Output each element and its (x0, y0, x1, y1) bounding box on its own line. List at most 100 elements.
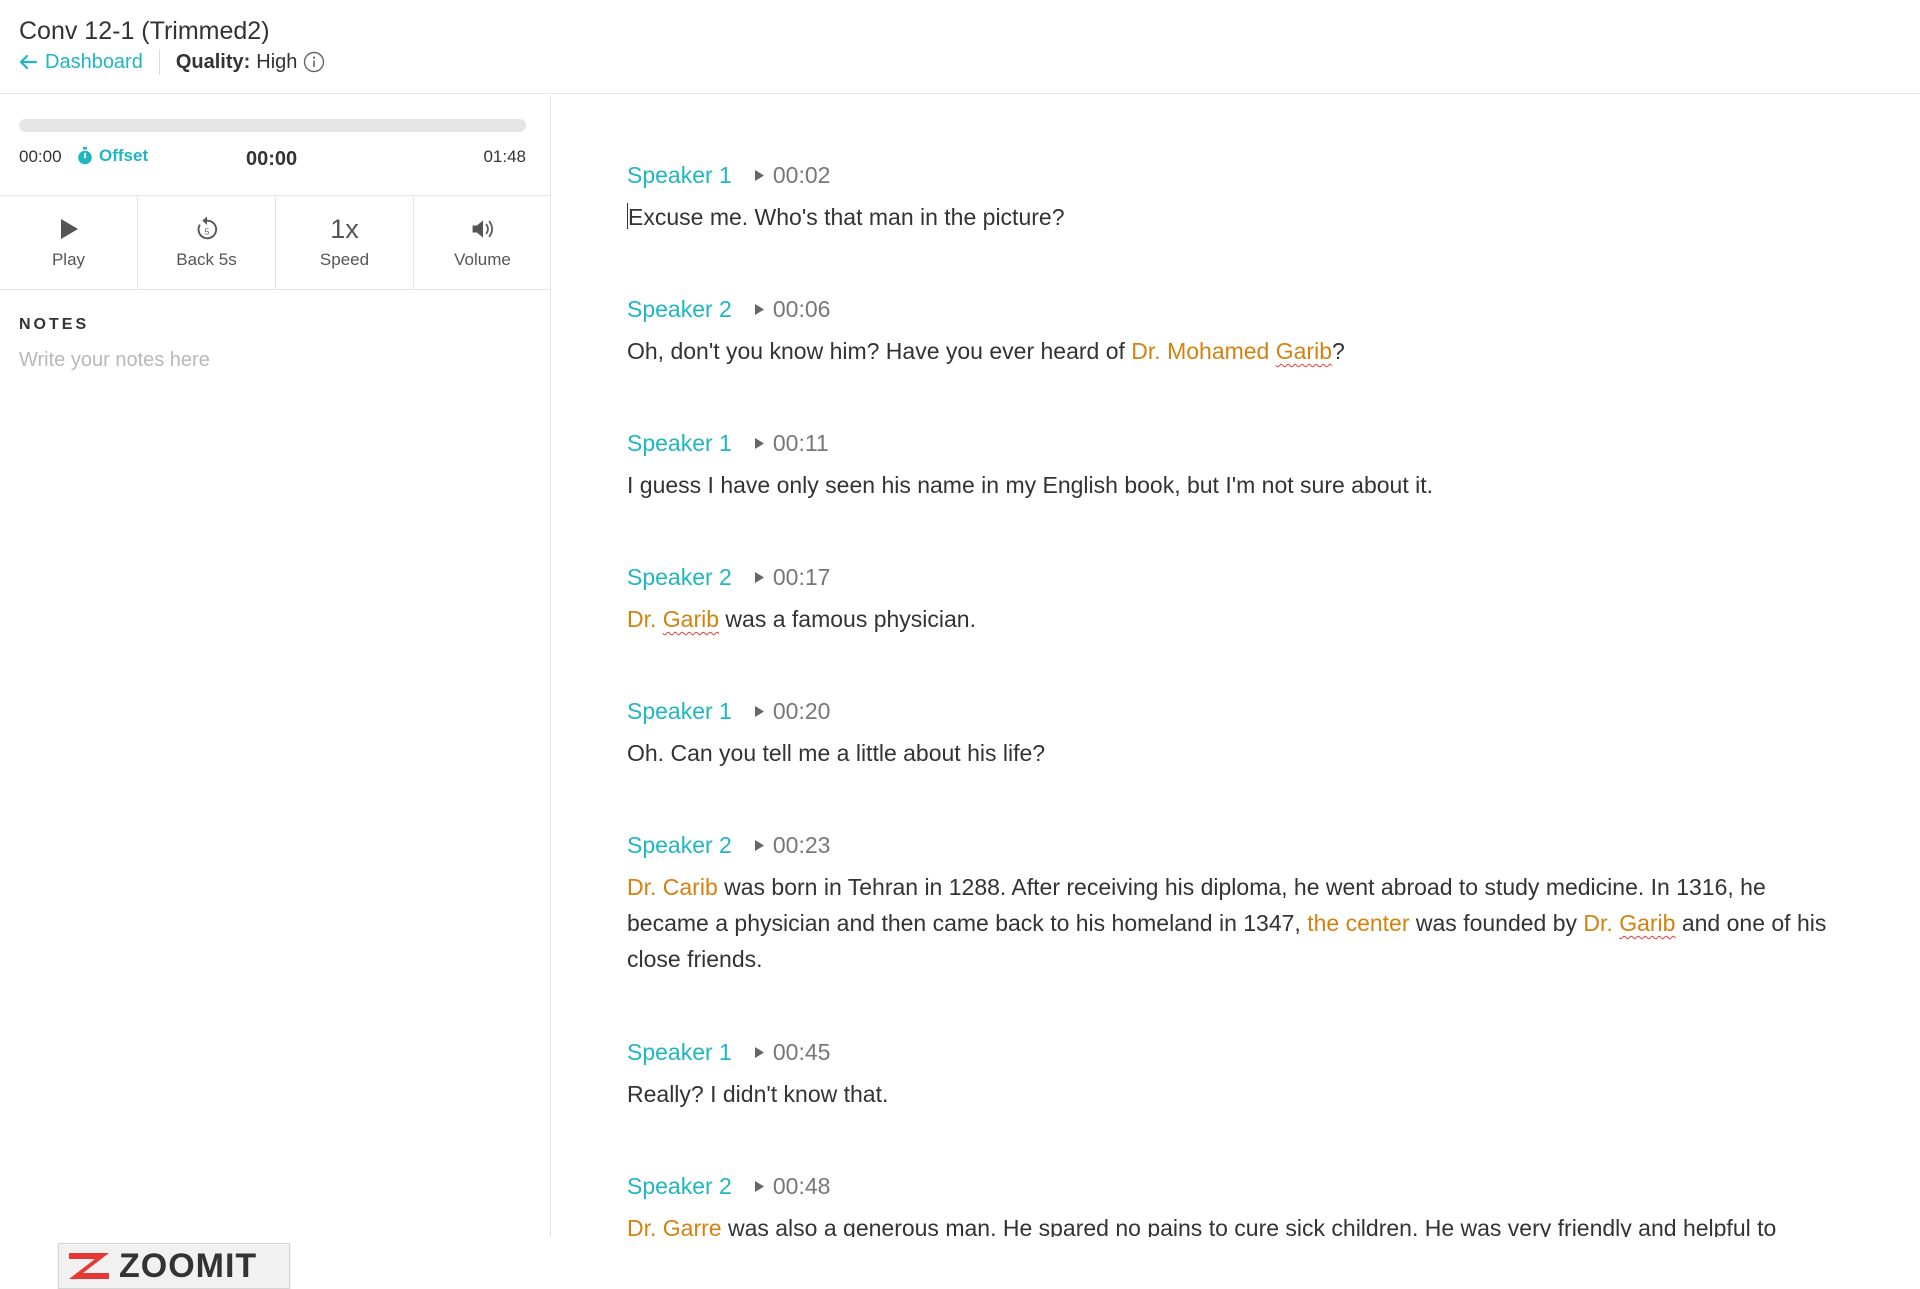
text-run: ? (1332, 338, 1345, 364)
segment-text[interactable]: Oh. Can you tell me a little about his l… (627, 735, 1827, 771)
segment-timestamp[interactable]: 00:11 (773, 430, 829, 457)
segment-timestamp[interactable]: 00:45 (773, 1039, 831, 1066)
segment-header: Speaker 2 00:17 (627, 552, 1827, 602)
quality-value: High (256, 50, 298, 73)
highlighted-entity: Dr. (627, 606, 663, 632)
segment-text[interactable]: Really? I didn't know that. (627, 1076, 1827, 1112)
segment-header: Speaker 1 00:20 (627, 686, 1827, 736)
offset-label: Offset (99, 146, 149, 165)
volume-label: Volume (454, 249, 511, 269)
highlighted-entity: Dr. Mohamed (1131, 338, 1276, 364)
segment-text[interactable]: Excuse me. Who's that man in the picture… (627, 199, 1827, 235)
segment-text[interactable]: Oh, don't you know him? Have you ever he… (627, 333, 1827, 369)
segment-timestamp[interactable]: 00:17 (773, 564, 831, 591)
speaker-label[interactable]: Speaker 1 (627, 162, 732, 189)
transcript-segment: Speaker 1 00:45 Really? I didn't know that… (627, 1027, 1827, 1161)
transcript-segment: Speaker 1 00:02 Excuse me. Who's that man … (627, 150, 1827, 284)
text-run: was founded by (1409, 910, 1584, 936)
highlighted-entity: Garib (1619, 910, 1676, 936)
segment-text[interactable]: Dr. Garre was also a generous man. He sp… (627, 1210, 1827, 1237)
segment-text[interactable]: I guess I have only seen his name in my … (627, 467, 1827, 503)
speaker-label[interactable]: Speaker 1 (627, 698, 732, 725)
volume-icon (470, 216, 496, 242)
svg-text:5: 5 (204, 226, 209, 236)
stopwatch-icon (78, 147, 92, 165)
transcript[interactable]: Speaker 1 00:02 Excuse me. Who's that man … (627, 150, 1827, 1237)
play-segment-icon[interactable] (754, 1180, 765, 1193)
offset-button[interactable]: Offset (77, 146, 148, 166)
speaker-label[interactable]: Speaker 2 (627, 296, 732, 323)
highlighted-entity: Garib (662, 606, 720, 632)
notes-heading: NOTES (19, 316, 90, 333)
segment-timestamp[interactable]: 00:23 (773, 832, 831, 859)
play-segment-icon[interactable] (754, 571, 765, 584)
play-segment-icon[interactable] (754, 705, 765, 718)
page-title: Conv 12-1 (Trimmed2) (19, 17, 270, 45)
segment-header: Speaker 2 00:06 (627, 284, 1827, 334)
transcript-segment: Speaker 2 00:23 Dr. Carib was born in Tehr… (627, 820, 1827, 1027)
segment-text[interactable]: Dr. Garib was a famous physician. (627, 601, 1827, 637)
highlighted-entity: Dr. (1583, 910, 1620, 936)
player-panel: 00:00 Offset 00:00 01:48 Play 5 Back 5s … (0, 95, 551, 1289)
progress-bar[interactable] (19, 119, 526, 132)
highlighted-entity: the center (1307, 910, 1410, 936)
speaker-label[interactable]: Speaker 2 (627, 832, 732, 859)
top-bar: Conv 12-1 (Trimmed2) Dashboard Quality: … (0, 0, 1920, 94)
transcript-segment: Speaker 1 00:20 Oh. Can you tell me a litt… (627, 686, 1827, 820)
notes-input[interactable] (19, 345, 519, 375)
text-run: was a famous physician. (719, 606, 976, 632)
highlighted-entity: Dr. Carib (627, 874, 718, 900)
speed-value: 1x (330, 213, 359, 244)
segment-header: Speaker 1 00:45 (627, 1027, 1827, 1077)
highlighted-entity: Dr. Garre (627, 1215, 722, 1237)
speaker-label[interactable]: Speaker 1 (627, 1039, 732, 1066)
text-run: Really? I didn't know that. (627, 1081, 889, 1107)
volume-button[interactable]: Volume (414, 196, 551, 289)
play-label: Play (51, 249, 86, 269)
segment-timestamp[interactable]: 00:02 (773, 162, 831, 189)
speaker-label[interactable]: Speaker 1 (627, 430, 732, 457)
transcript-segment: Speaker 2 00:48 Dr. Garre was also a gener… (627, 1161, 1827, 1238)
transcript-segment: Speaker 2 00:17 Dr. Garib was a famous phy… (627, 552, 1827, 686)
quality-indicator: Quality: High (176, 51, 326, 74)
segment-header: Speaker 2 00:48 (627, 1161, 1827, 1211)
time-end: 01:48 (483, 147, 526, 166)
dashboard-link-label: Dashboard (45, 50, 143, 73)
time-current: 00:00 (246, 148, 298, 170)
play-segment-icon[interactable] (754, 169, 765, 182)
segment-timestamp[interactable]: 00:20 (773, 698, 831, 725)
text-run: I guess I have only seen his name in my … (627, 472, 1433, 498)
segment-header: Speaker 1 00:02 (627, 150, 1827, 200)
segment-header: Speaker 2 00:23 (627, 820, 1827, 870)
segment-header: Speaker 1 00:11 (627, 418, 1827, 468)
segment-timestamp[interactable]: 00:06 (773, 296, 831, 323)
rewind-5-icon: 5 (194, 215, 220, 242)
play-segment-icon[interactable] (754, 839, 765, 852)
speed-label: Speed (319, 249, 370, 269)
speaker-label[interactable]: Speaker 2 (627, 564, 732, 591)
transcript-segment: Speaker 2 00:06 Oh, don't you know him? Ha… (627, 284, 1827, 418)
info-icon[interactable] (303, 51, 325, 73)
play-segment-icon[interactable] (754, 437, 765, 450)
player-controls: Play 5 Back 5s 1x Speed Volume (0, 195, 551, 290)
dashboard-link[interactable]: Dashboard (19, 51, 143, 74)
play-icon (56, 216, 82, 242)
highlighted-entity: Garib (1275, 338, 1332, 364)
text-run: Oh, don't you know him? Have you ever he… (627, 338, 1132, 364)
play-segment-icon[interactable] (754, 303, 765, 316)
back-5s-button[interactable]: 5 Back 5s (138, 196, 276, 289)
quality-label: Quality: (175, 50, 251, 73)
play-segment-icon[interactable] (754, 1046, 765, 1059)
play-button[interactable]: Play (0, 196, 138, 289)
arrow-left-icon (19, 54, 37, 70)
text-run: Oh. Can you tell me a little about his l… (627, 740, 1046, 766)
zoomit-logo: ZOOMIT (58, 1243, 290, 1289)
segment-timestamp[interactable]: 00:48 (773, 1173, 831, 1200)
back-5s-label: Back 5s (176, 249, 237, 269)
text-run: Excuse me. Who's that man in the picture… (628, 204, 1065, 230)
header-subrow: Dashboard Quality: High (19, 48, 325, 76)
speed-button[interactable]: 1x Speed (276, 196, 414, 289)
segment-text[interactable]: Dr. Carib was born in Tehran in 1288. Af… (627, 869, 1827, 977)
speaker-label[interactable]: Speaker 2 (627, 1173, 732, 1200)
text-run: was also a generous man. He spared no pa… (721, 1215, 1777, 1237)
